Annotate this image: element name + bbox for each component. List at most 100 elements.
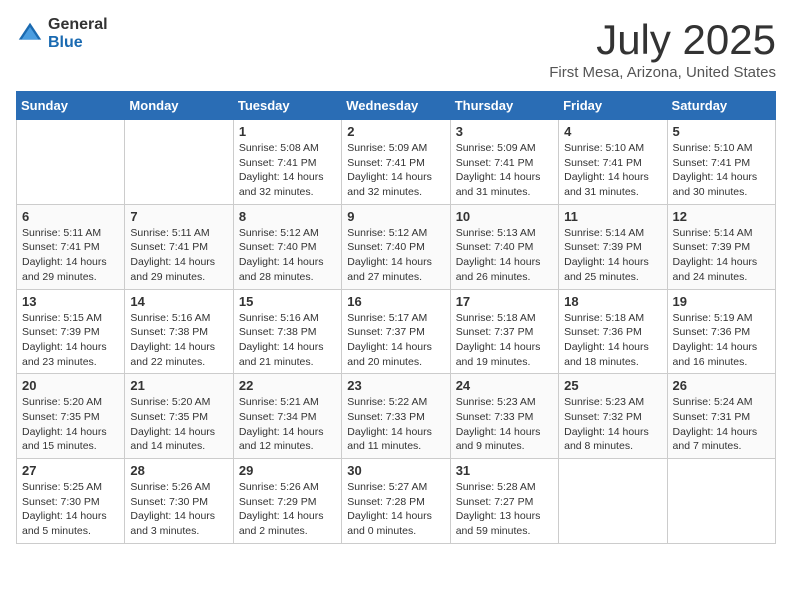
calendar-cell: 31Sunrise: 5:28 AM Sunset: 7:27 PM Dayli… bbox=[450, 459, 558, 544]
day-info: Sunrise: 5:11 AM Sunset: 7:41 PM Dayligh… bbox=[22, 226, 119, 285]
day-info: Sunrise: 5:23 AM Sunset: 7:33 PM Dayligh… bbox=[456, 395, 553, 454]
weekday-header: Wednesday bbox=[342, 92, 450, 120]
day-info: Sunrise: 5:26 AM Sunset: 7:30 PM Dayligh… bbox=[130, 480, 227, 539]
weekday-header: Sunday bbox=[17, 92, 125, 120]
day-info: Sunrise: 5:16 AM Sunset: 7:38 PM Dayligh… bbox=[239, 311, 336, 370]
calendar-cell: 14Sunrise: 5:16 AM Sunset: 7:38 PM Dayli… bbox=[125, 289, 233, 374]
day-number: 10 bbox=[456, 209, 553, 224]
day-number: 18 bbox=[564, 294, 661, 309]
calendar-cell bbox=[667, 459, 775, 544]
day-number: 19 bbox=[673, 294, 770, 309]
day-info: Sunrise: 5:27 AM Sunset: 7:28 PM Dayligh… bbox=[347, 480, 444, 539]
weekday-header: Saturday bbox=[667, 92, 775, 120]
logo-blue: Blue bbox=[48, 34, 108, 52]
calendar-cell: 7Sunrise: 5:11 AM Sunset: 7:41 PM Daylig… bbox=[125, 204, 233, 289]
day-number: 9 bbox=[347, 209, 444, 224]
calendar-body: 1Sunrise: 5:08 AM Sunset: 7:41 PM Daylig… bbox=[17, 120, 776, 544]
day-info: Sunrise: 5:09 AM Sunset: 7:41 PM Dayligh… bbox=[456, 141, 553, 200]
calendar-cell: 23Sunrise: 5:22 AM Sunset: 7:33 PM Dayli… bbox=[342, 374, 450, 459]
day-info: Sunrise: 5:09 AM Sunset: 7:41 PM Dayligh… bbox=[347, 141, 444, 200]
calendar-cell: 5Sunrise: 5:10 AM Sunset: 7:41 PM Daylig… bbox=[667, 120, 775, 205]
day-info: Sunrise: 5:20 AM Sunset: 7:35 PM Dayligh… bbox=[22, 395, 119, 454]
day-info: Sunrise: 5:12 AM Sunset: 7:40 PM Dayligh… bbox=[347, 226, 444, 285]
day-number: 13 bbox=[22, 294, 119, 309]
day-number: 6 bbox=[22, 209, 119, 224]
day-number: 31 bbox=[456, 463, 553, 478]
day-number: 3 bbox=[456, 124, 553, 139]
calendar-header: SundayMondayTuesdayWednesdayThursdayFrid… bbox=[17, 92, 776, 120]
calendar-cell: 1Sunrise: 5:08 AM Sunset: 7:41 PM Daylig… bbox=[233, 120, 341, 205]
calendar-cell: 2 Sunrise: 5:09 AM Sunset: 7:41 PM Daylig… bbox=[342, 120, 450, 205]
calendar-cell: 27Sunrise: 5:25 AM Sunset: 7:30 PM Dayli… bbox=[17, 459, 125, 544]
weekday-header: Monday bbox=[125, 92, 233, 120]
calendar-cell: 15 Sunrise: 5:16 AM Sunset: 7:38 PM Dayli… bbox=[233, 289, 341, 374]
day-info: Sunrise: 5:26 AM Sunset: 7:29 PM Dayligh… bbox=[239, 480, 336, 539]
calendar-cell: 22Sunrise: 5:21 AM Sunset: 7:34 PM Dayli… bbox=[233, 374, 341, 459]
day-number: 15 bbox=[239, 294, 336, 309]
day-number: 14 bbox=[130, 294, 227, 309]
day-number: 2 bbox=[347, 124, 444, 139]
calendar-cell: 12 Sunrise: 5:14 AM Sunset: 7:39 PM Dayli… bbox=[667, 204, 775, 289]
day-number: 1 bbox=[239, 124, 336, 139]
logo-general: General bbox=[48, 16, 108, 34]
weekday-header-row: SundayMondayTuesdayWednesdayThursdayFrid… bbox=[17, 92, 776, 120]
calendar-cell: 18 Sunrise: 5:18 AM Sunset: 7:36 PM Dayli… bbox=[559, 289, 667, 374]
logo: General Blue bbox=[16, 16, 108, 52]
calendar-cell bbox=[559, 459, 667, 544]
logo-icon bbox=[16, 20, 44, 48]
day-number: 5 bbox=[673, 124, 770, 139]
calendar-week-row: 13 Sunrise: 5:15 AM Sunset: 7:39 PM Dayli… bbox=[17, 289, 776, 374]
weekday-header: Thursday bbox=[450, 92, 558, 120]
month-title: July 2025 bbox=[549, 16, 776, 64]
day-info: Sunrise: 5:23 AM Sunset: 7:32 PM Dayligh… bbox=[564, 395, 661, 454]
page-header: General Blue July 2025 First Mesa, Arizo… bbox=[16, 16, 776, 81]
calendar-cell: 20 Sunrise: 5:20 AM Sunset: 7:35 PM Dayli… bbox=[17, 374, 125, 459]
day-number: 11 bbox=[564, 209, 661, 224]
day-info: Sunrise: 5:12 AM Sunset: 7:40 PM Dayligh… bbox=[239, 226, 336, 285]
calendar-week-row: 20 Sunrise: 5:20 AM Sunset: 7:35 PM Dayli… bbox=[17, 374, 776, 459]
calendar-cell: 24 Sunrise: 5:23 AM Sunset: 7:33 PM Dayli… bbox=[450, 374, 558, 459]
calendar-cell: 16 Sunrise: 5:17 AM Sunset: 7:37 PM Dayli… bbox=[342, 289, 450, 374]
title-area: July 2025 First Mesa, Arizona, United St… bbox=[549, 16, 776, 81]
calendar-week-row: 1Sunrise: 5:08 AM Sunset: 7:41 PM Daylig… bbox=[17, 120, 776, 205]
day-number: 8 bbox=[239, 209, 336, 224]
day-info: Sunrise: 5:18 AM Sunset: 7:36 PM Dayligh… bbox=[564, 311, 661, 370]
calendar-cell: 4 Sunrise: 5:10 AM Sunset: 7:41 PM Daylig… bbox=[559, 120, 667, 205]
day-number: 28 bbox=[130, 463, 227, 478]
calendar-cell: 6 Sunrise: 5:11 AM Sunset: 7:41 PM Daylig… bbox=[17, 204, 125, 289]
calendar-cell: 13 Sunrise: 5:15 AM Sunset: 7:39 PM Dayli… bbox=[17, 289, 125, 374]
day-info: Sunrise: 5:20 AM Sunset: 7:35 PM Dayligh… bbox=[130, 395, 227, 454]
day-number: 12 bbox=[673, 209, 770, 224]
location: First Mesa, Arizona, United States bbox=[549, 64, 776, 81]
day-number: 25 bbox=[564, 378, 661, 393]
calendar-cell bbox=[17, 120, 125, 205]
calendar-cell: 3 Sunrise: 5:09 AM Sunset: 7:41 PM Daylig… bbox=[450, 120, 558, 205]
day-info: Sunrise: 5:17 AM Sunset: 7:37 PM Dayligh… bbox=[347, 311, 444, 370]
day-number: 22 bbox=[239, 378, 336, 393]
day-info: Sunrise: 5:15 AM Sunset: 7:39 PM Dayligh… bbox=[22, 311, 119, 370]
day-number: 20 bbox=[22, 378, 119, 393]
day-number: 24 bbox=[456, 378, 553, 393]
calendar-cell: 11 Sunrise: 5:14 AM Sunset: 7:39 PM Dayli… bbox=[559, 204, 667, 289]
calendar-cell: 26Sunrise: 5:24 AM Sunset: 7:31 PM Dayli… bbox=[667, 374, 775, 459]
day-number: 16 bbox=[347, 294, 444, 309]
calendar-cell: 8 Sunrise: 5:12 AM Sunset: 7:40 PM Daylig… bbox=[233, 204, 341, 289]
day-info: Sunrise: 5:10 AM Sunset: 7:41 PM Dayligh… bbox=[564, 141, 661, 200]
day-info: Sunrise: 5:14 AM Sunset: 7:39 PM Dayligh… bbox=[564, 226, 661, 285]
calendar-cell: 25 Sunrise: 5:23 AM Sunset: 7:32 PM Dayli… bbox=[559, 374, 667, 459]
day-info: Sunrise: 5:25 AM Sunset: 7:30 PM Dayligh… bbox=[22, 480, 119, 539]
day-info: Sunrise: 5:22 AM Sunset: 7:33 PM Dayligh… bbox=[347, 395, 444, 454]
weekday-header: Tuesday bbox=[233, 92, 341, 120]
calendar-cell: 17Sunrise: 5:18 AM Sunset: 7:37 PM Dayli… bbox=[450, 289, 558, 374]
day-info: Sunrise: 5:18 AM Sunset: 7:37 PM Dayligh… bbox=[456, 311, 553, 370]
day-info: Sunrise: 5:14 AM Sunset: 7:39 PM Dayligh… bbox=[673, 226, 770, 285]
calendar-week-row: 27Sunrise: 5:25 AM Sunset: 7:30 PM Dayli… bbox=[17, 459, 776, 544]
logo-text: General Blue bbox=[48, 16, 108, 52]
day-number: 26 bbox=[673, 378, 770, 393]
day-number: 21 bbox=[130, 378, 227, 393]
day-number: 29 bbox=[239, 463, 336, 478]
day-number: 30 bbox=[347, 463, 444, 478]
day-info: Sunrise: 5:11 AM Sunset: 7:41 PM Dayligh… bbox=[130, 226, 227, 285]
day-number: 4 bbox=[564, 124, 661, 139]
calendar-cell: 21 Sunrise: 5:20 AM Sunset: 7:35 PM Dayli… bbox=[125, 374, 233, 459]
